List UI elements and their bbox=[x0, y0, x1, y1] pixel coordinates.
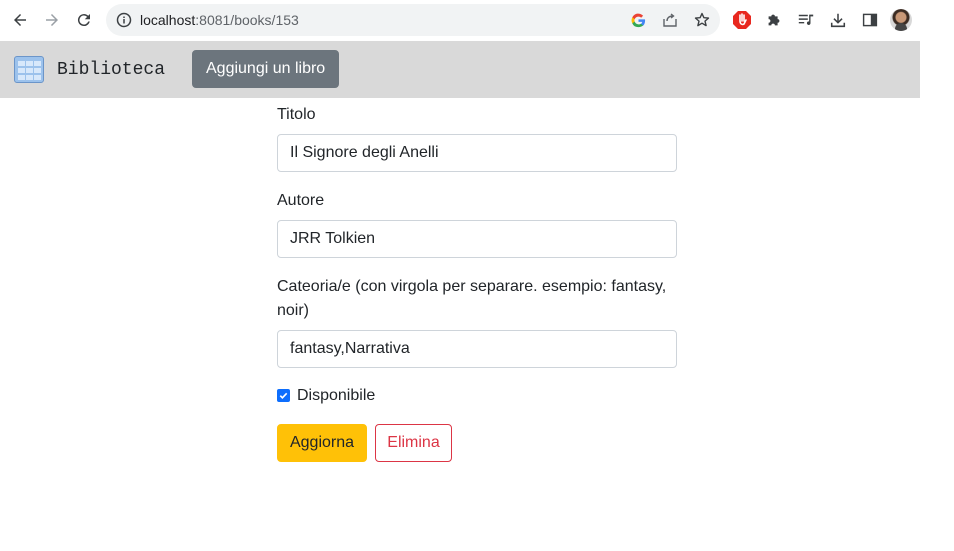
profile-avatar[interactable] bbox=[890, 9, 912, 31]
category-input[interactable]: fantasy,Narrativa bbox=[277, 330, 677, 368]
brand-title[interactable]: Biblioteca bbox=[57, 60, 165, 80]
address-bar[interactable]: localhost:8081/books/153 bbox=[106, 4, 720, 36]
author-label: Autore bbox=[277, 192, 325, 209]
info-icon[interactable] bbox=[116, 12, 132, 28]
category-label: Cateoria/e (con virgola per separare. es… bbox=[277, 275, 666, 323]
share-icon[interactable] bbox=[662, 12, 678, 28]
browser-toolbar: localhost:8081/books/153 bbox=[0, 0, 920, 41]
google-icon[interactable] bbox=[630, 12, 646, 28]
author-input[interactable]: JRR Tolkien bbox=[277, 220, 677, 258]
title-input[interactable]: Il Signore degli Anelli bbox=[277, 134, 677, 172]
add-book-button[interactable]: Aggiungi un libro bbox=[192, 50, 340, 88]
app-navbar: Biblioteca Aggiungi un libro bbox=[0, 41, 920, 98]
url-text[interactable]: localhost:8081/books/153 bbox=[140, 12, 299, 28]
url-path: :8081/books/153 bbox=[195, 12, 299, 28]
reload-icon[interactable] bbox=[72, 8, 96, 32]
extensions-icon[interactable] bbox=[764, 10, 784, 30]
back-icon[interactable] bbox=[8, 8, 32, 32]
download-icon[interactable] bbox=[828, 10, 848, 30]
category-label-line2: noir) bbox=[277, 302, 310, 319]
media-icon[interactable] bbox=[796, 10, 816, 30]
bookmark-star-icon[interactable] bbox=[694, 12, 710, 28]
delete-button[interactable]: Elimina bbox=[375, 424, 452, 462]
category-label-line1: Cateoria/e (con virgola per separare. es… bbox=[277, 278, 667, 295]
available-checkbox[interactable] bbox=[277, 389, 290, 402]
checkmark-icon bbox=[279, 392, 288, 399]
url-host: localhost bbox=[140, 12, 196, 28]
side-panel-icon[interactable] bbox=[860, 10, 880, 30]
forward-icon[interactable] bbox=[40, 8, 64, 32]
update-button[interactable]: Aggiorna bbox=[277, 424, 367, 462]
available-label[interactable]: Disponibile bbox=[297, 384, 375, 408]
library-logo-icon[interactable] bbox=[14, 56, 44, 83]
adblock-icon[interactable] bbox=[732, 10, 752, 30]
title-label: Titolo bbox=[277, 106, 316, 123]
